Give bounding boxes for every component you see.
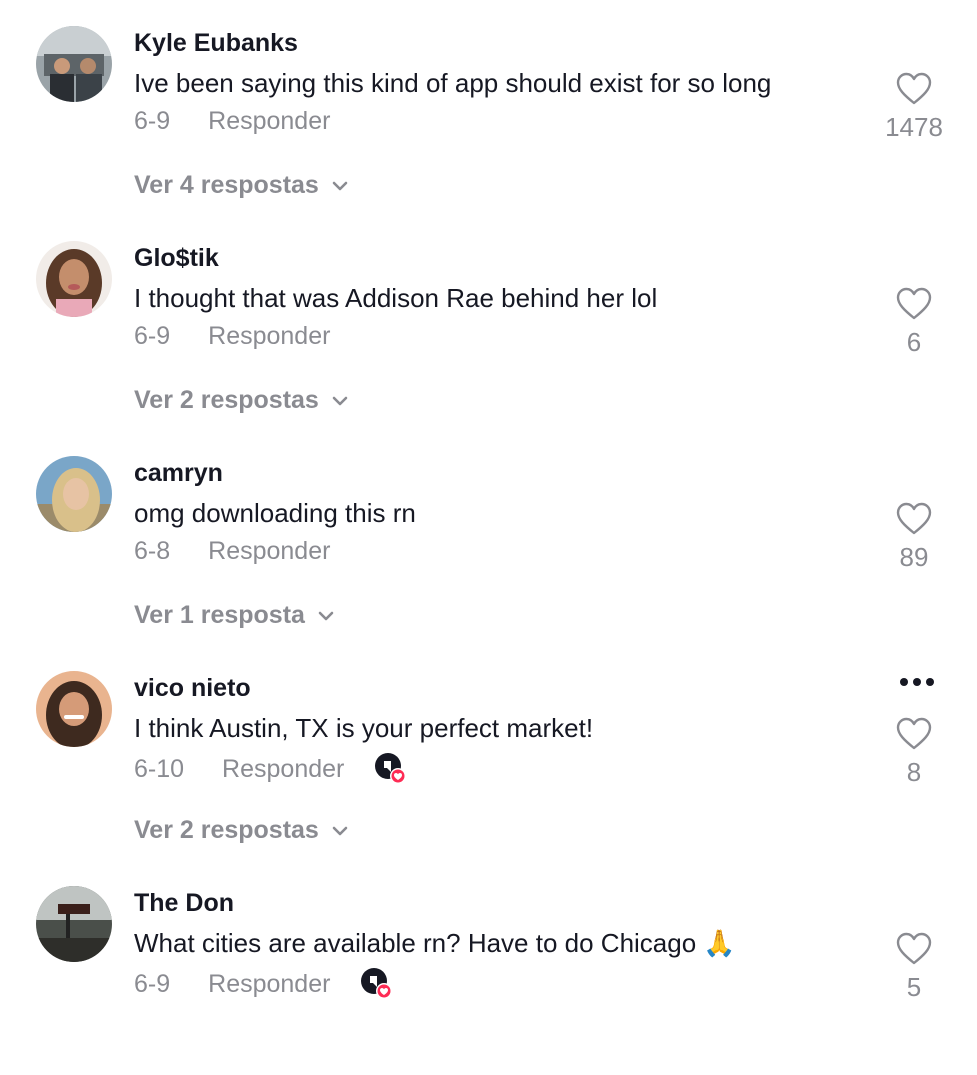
avatar[interactable] xyxy=(36,886,112,962)
creator-liked-badge xyxy=(374,752,408,786)
comment-item: Kyle Eubanks Ive been saying this kind o… xyxy=(0,0,977,215)
avatar-image xyxy=(36,241,112,317)
comment-username[interactable]: The Don xyxy=(134,889,234,918)
reply-button[interactable]: Responder xyxy=(208,107,330,136)
chevron-down-icon xyxy=(332,396,348,405)
comment-text: omg downloading this rn xyxy=(134,498,416,528)
comment-meta: 6-8 Responder xyxy=(134,537,330,566)
avatar-image xyxy=(36,886,112,962)
view-replies-button[interactable]: Ver 2 respostas xyxy=(134,386,349,415)
comment-date: 6-9 xyxy=(134,107,171,135)
heart-icon[interactable] xyxy=(896,287,932,321)
like-column: 8 xyxy=(879,717,949,788)
avatar-image xyxy=(36,456,112,532)
avatar[interactable] xyxy=(36,456,112,532)
comment-text: I think Austin, TX is your perfect marke… xyxy=(134,713,594,743)
reply-button[interactable]: Responder xyxy=(208,322,330,351)
reply-button[interactable]: Responder xyxy=(222,755,344,784)
comment-username[interactable]: Glo$tik xyxy=(134,244,219,273)
comment-username[interactable]: Kyle Eubanks xyxy=(134,29,298,58)
creator-liked-icon xyxy=(375,753,407,784)
comment-date: 6-8 xyxy=(134,537,171,565)
comment-item: The Don What cities are available rn? Ha… xyxy=(0,860,977,1075)
avatar-image xyxy=(36,26,112,102)
reply-button[interactable]: Responder xyxy=(208,970,330,999)
chevron-down-icon xyxy=(318,611,334,620)
comment-meta: 6-10 Responder xyxy=(134,752,408,786)
avatar[interactable] xyxy=(36,241,112,317)
more-options-icon[interactable] xyxy=(897,675,937,689)
view-replies-label: Ver 1 resposta xyxy=(134,601,305,629)
chevron-down-icon xyxy=(332,181,348,190)
comment-username[interactable]: camryn xyxy=(134,459,223,488)
comment-item: camryn omg downloading this rn 6-8 Respo… xyxy=(0,430,977,645)
comment-date: 6-9 xyxy=(134,322,171,350)
comment-text: Ive been saying this kind of app should … xyxy=(134,68,772,98)
comment-meta: 6-9 Responder xyxy=(134,967,394,1001)
avatar-image xyxy=(36,671,112,747)
comment-username[interactable]: vico nieto xyxy=(134,674,251,703)
like-count: 89 xyxy=(899,542,929,572)
comment-item: Glo$tik I thought that was Addison Rae b… xyxy=(0,215,977,430)
avatar[interactable] xyxy=(36,671,112,747)
like-column: 6 xyxy=(879,287,949,358)
avatar[interactable] xyxy=(36,26,112,102)
comment-meta: 6-9 Responder xyxy=(134,107,330,136)
like-count: 1478 xyxy=(885,112,943,142)
comment-meta: 6-9 Responder xyxy=(134,322,330,351)
creator-liked-badge xyxy=(360,967,394,1001)
like-column: 89 xyxy=(879,502,949,573)
creator-liked-icon xyxy=(361,968,393,999)
like-column: 1478 xyxy=(879,72,949,143)
comment-item: vico nieto I think Austin, TX is your pe… xyxy=(0,645,977,860)
comment-text: I thought that was Addison Rae behind he… xyxy=(134,283,658,313)
view-replies-label: Ver 2 respostas xyxy=(134,816,319,844)
like-count: 6 xyxy=(906,327,922,357)
heart-icon[interactable] xyxy=(896,72,932,106)
like-column: 5 xyxy=(879,932,949,1003)
view-replies-label: Ver 2 respostas xyxy=(134,386,319,414)
comment-date: 6-9 xyxy=(134,969,171,998)
chevron-down-icon xyxy=(332,826,348,835)
view-replies-label: Ver 4 respostas xyxy=(134,171,319,199)
like-count: 8 xyxy=(906,757,922,787)
like-count: 5 xyxy=(906,972,922,1002)
view-replies-button[interactable]: Ver 1 resposta xyxy=(134,601,335,630)
view-replies-button[interactable]: Ver 4 respostas xyxy=(134,171,349,200)
heart-icon[interactable] xyxy=(896,717,932,751)
heart-icon[interactable] xyxy=(896,932,932,966)
heart-icon[interactable] xyxy=(896,502,932,536)
view-replies-button[interactable]: Ver 2 respostas xyxy=(134,816,349,845)
comment-text: What cities are available rn? Have to do… xyxy=(134,928,736,958)
comment-date: 6-10 xyxy=(134,754,185,783)
reply-button[interactable]: Responder xyxy=(208,537,330,566)
